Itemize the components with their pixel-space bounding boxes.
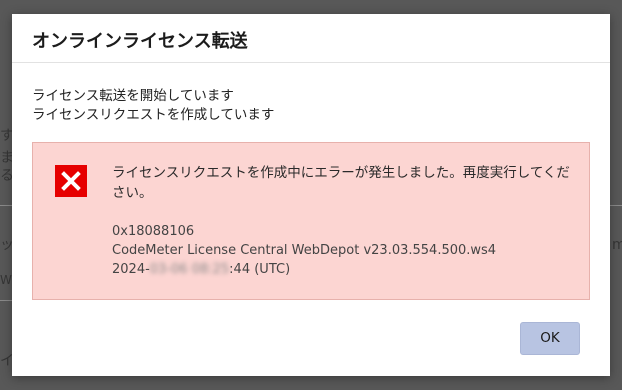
dialog-title: オンラインライセンス転送 [32,31,248,52]
background-divider [0,205,12,206]
error-message: ライセンスリクエストを作成中にエラーが発生しました。再度実行してください。 [112,165,570,201]
error-timestamp: 2024-03-06 08:25:44 (UTC) [112,262,290,277]
error-x-icon [55,165,87,197]
dialog-header: オンラインライセンス転送 [12,14,610,63]
timestamp-suffix: :44 (UTC) [229,262,291,277]
timestamp-redacted: 03-06 08: [149,262,213,277]
error-code: 0x18088106 [112,224,195,239]
timestamp-prefix: 2024- [112,262,150,277]
ok-button[interactable]: OK [520,322,580,355]
product-version: CodeMeter License Central WebDepot v23.0… [112,243,497,258]
background-text-fragment: W [0,273,12,287]
error-panel: ライセンスリクエストを作成中にエラーが発生しました。再度実行してください。 0x… [32,142,590,300]
status-line-transfer-started: ライセンス転送を開始しています [32,88,234,104]
background-divider [610,205,622,206]
timestamp-redacted: 25 [212,262,230,277]
license-transfer-dialog: オンラインライセンス転送 ライセンス転送を開始しています ライセンスリクエストを… [12,14,610,376]
status-line-creating-request: ライセンスリクエストを作成しています [32,107,275,123]
background-divider [0,300,12,301]
background-text-fragment: m [612,237,622,253]
